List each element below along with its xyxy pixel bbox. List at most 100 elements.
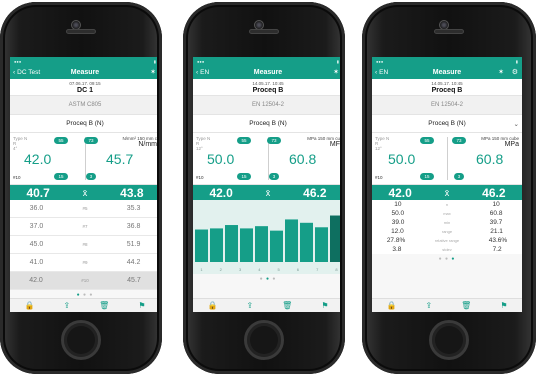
row-strength: 45.7 <box>127 277 141 284</box>
settings-icon[interactable]: ⚙ <box>512 68 518 76</box>
conversion-curve[interactable]: Proceq B (N) <box>10 115 160 133</box>
readings-list: 36.0 #5 35.3 37.0 #7 36.8 45.0 #8 51.9 41.0 #9 4… <box>10 200 160 290</box>
series-info: 14.05.17. 10:45 Proceq B <box>372 79 522 95</box>
nav-bar: ‹ EN Measure ✶ <box>193 65 343 79</box>
flag-icon[interactable]: ⚑ <box>321 301 328 310</box>
nav-title: Measure <box>432 68 462 76</box>
trash-icon[interactable]: 🗑 <box>461 301 471 310</box>
standard-label[interactable]: EN 12504-2 <box>193 95 343 115</box>
pill-bottom-right: 3 <box>269 173 279 180</box>
axis-tick-label: 1 <box>200 267 203 272</box>
list-item[interactable]: 45.0 #8 51.9 <box>10 236 160 254</box>
curve-label: Proceq B (N) <box>428 120 466 127</box>
pill-bottom-right: 3 <box>86 173 96 180</box>
list-item[interactable]: 37.0 #7 36.8 <box>10 218 160 236</box>
home-button[interactable] <box>244 320 284 360</box>
screen-3: ●●● ▮ ‹ EN Measure ✶ ⚙ 14.05.17. 10:45 Pro… <box>372 57 522 312</box>
probe-info: Type N R 12° <box>196 136 211 151</box>
rebound-value: 50.0 <box>207 151 235 167</box>
summary-bar: 42.0 x̄ 46.2 <box>372 185 522 200</box>
bar-6[interactable] <box>270 230 283 262</box>
mean-symbol: x̄ <box>444 187 450 198</box>
phone-frame-2: ●●● ▮ ‹ EN Measure ✶ 14.05.17. 10:45 Proce… <box>183 2 345 374</box>
flag-icon[interactable]: ⚑ <box>500 301 507 310</box>
back-button[interactable]: ‹ DC Test <box>13 69 40 76</box>
conversion-curve[interactable]: Proceq B (N) <box>193 115 343 133</box>
summary-bar: 40.7 x̄ 43.8 <box>10 185 160 200</box>
star-icon[interactable]: ✶ <box>498 68 504 76</box>
row-strength: 36.8 <box>126 223 141 230</box>
unit-label: MPa 150 mm cu MF <box>307 136 340 148</box>
stat-row-stdev: 3.8 stdev 7.2 <box>372 245 522 254</box>
series-info: 07.06.17. 09:15 DC 1 <box>10 79 160 95</box>
stat-label: max <box>443 211 451 216</box>
reading-count: #10 <box>13 175 21 180</box>
row-rebound: 45.0 <box>29 241 44 248</box>
phone-frame-1: ●●● ▮ ‹ DC Test Measure ✶ 07.06.17. 09:15 … <box>0 2 162 374</box>
summary-bar: 42.0 x̄ 46.2 <box>193 185 343 200</box>
list-item[interactable]: 41.0 #9 44.2 <box>10 254 160 272</box>
bar-8[interactable] <box>300 222 313 262</box>
reading-count: #10 <box>375 175 383 180</box>
screenshot-stage: ●●● ▮ ‹ DC Test Measure ✶ 07.06.17. 09:15 … <box>0 0 536 376</box>
chevron-down-icon: ⌄ <box>513 121 519 128</box>
back-label: EN <box>379 68 389 76</box>
lock-icon[interactable]: 🔒 <box>387 301 397 310</box>
probe-info: Type N R 12° <box>375 136 390 151</box>
speaker-grille <box>66 29 96 34</box>
series-name: DC 1 <box>77 87 93 94</box>
conversion-curve[interactable]: Proceq B (N) ⌄ <box>372 115 522 133</box>
stat-left: 50.0 <box>391 210 405 217</box>
row-rebound: 37.0 <box>29 223 44 230</box>
reading-count: #10 <box>196 175 204 180</box>
list-item-selected[interactable]: 42.0 #10 45.7 <box>10 272 160 290</box>
axis-tick-label: 8 <box>335 267 338 272</box>
stat-right: 10 <box>492 201 500 208</box>
share-icon[interactable]: ⇪ <box>425 301 432 310</box>
phone-frame-3: ●●● ▮ ‹ EN Measure ✶ ⚙ 14.05.17. 10:45 Pro… <box>362 2 536 374</box>
row-index: #7 <box>82 224 88 229</box>
share-icon[interactable]: ⇪ <box>246 301 253 310</box>
series-name: Proceq B <box>431 87 463 94</box>
readings-bar-chart[interactable]: 1 2 3 4 5 6 7 8 <box>193 200 343 274</box>
lock-icon[interactable]: 🔒 <box>208 301 218 310</box>
stat-left: 3.8 <box>392 246 402 253</box>
home-button[interactable] <box>429 320 469 360</box>
bar-10[interactable] <box>330 215 343 262</box>
back-button[interactable]: ‹ EN <box>375 69 388 76</box>
axis-tick-label: 3 <box>239 267 242 272</box>
flag-icon[interactable]: ⚑ <box>138 301 145 310</box>
page-indicator[interactable]: ● ● ● <box>372 254 522 264</box>
bar-1[interactable] <box>195 229 208 262</box>
page-indicator[interactable]: ● ● ● <box>193 274 343 284</box>
bar-5[interactable] <box>255 226 268 262</box>
unit-big: MF <box>329 141 340 148</box>
share-icon[interactable]: ⇪ <box>63 301 70 310</box>
back-button[interactable]: ‹ EN <box>196 69 209 76</box>
rebound-value: 42.0 <box>24 151 52 167</box>
trash-icon[interactable]: 🗑 <box>99 301 109 310</box>
reading-panel: Type N R 4° 55 73 N/mm² 150 mm c N/mm 42.… <box>10 133 160 185</box>
pill-bottom-right: 3 <box>454 173 464 180</box>
pill-top-right: 73 <box>84 137 98 144</box>
bar-4[interactable] <box>240 228 253 262</box>
axis-tick-label: 7 <box>316 267 319 272</box>
mean-rebound: 40.7 <box>26 185 50 200</box>
bar-chart-svg: 1 2 3 4 5 6 7 8 <box>195 215 343 272</box>
standard-label[interactable]: EN 12504-2 <box>372 95 522 115</box>
trash-icon[interactable]: 🗑 <box>282 301 292 310</box>
standard-label[interactable]: ASTM C805 <box>10 95 160 115</box>
star-icon[interactable]: ✶ <box>150 68 156 76</box>
bar-9[interactable] <box>315 227 328 262</box>
nav-title: Measure <box>70 68 100 76</box>
bar-2[interactable] <box>210 228 223 262</box>
bar-3[interactable] <box>225 225 238 262</box>
lock-icon[interactable]: 🔒 <box>25 301 35 310</box>
home-button[interactable] <box>61 320 101 360</box>
row-index: #8 <box>82 242 88 247</box>
star-icon[interactable]: ✶ <box>333 68 339 76</box>
bottom-toolbar: 🔒 ⇪ 🗑 ⚑ <box>372 298 522 312</box>
bar-7[interactable] <box>285 219 298 262</box>
list-item[interactable]: 36.0 #5 35.3 <box>10 200 160 218</box>
stat-left: 10 <box>394 201 402 208</box>
